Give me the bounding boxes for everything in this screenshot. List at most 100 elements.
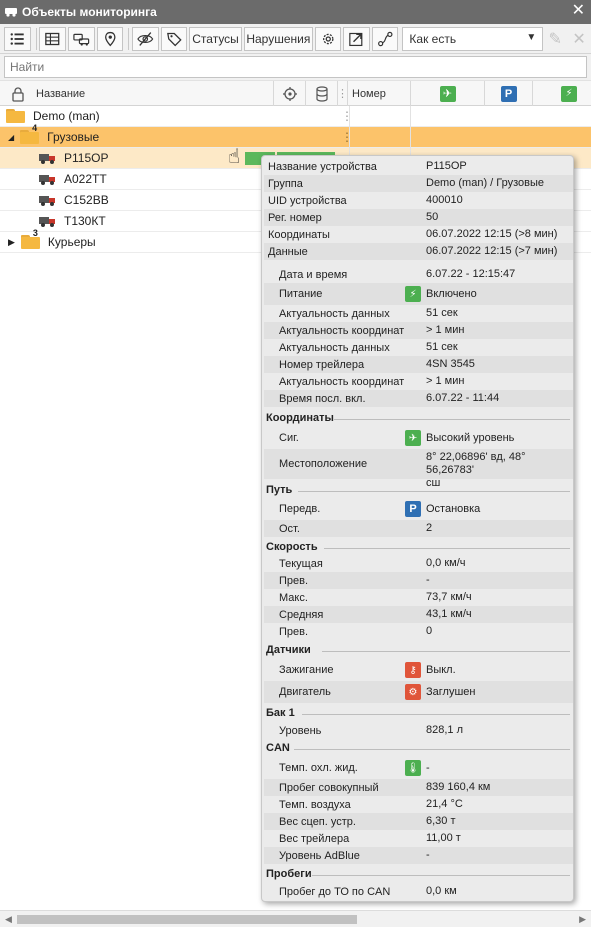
- location-column-header[interactable]: [274, 81, 306, 106]
- name-column-label: Название: [36, 87, 86, 100]
- column-resize-handle[interactable]: ⋮: [337, 81, 348, 106]
- tooltip-row: Передв. P Остановка: [279, 501, 481, 517]
- hand-cursor-icon: ☝: [228, 146, 241, 168]
- scrollbar-thumb[interactable]: [17, 915, 357, 924]
- tags-button[interactable]: [160, 26, 188, 51]
- tooltip-row: Темп. воздуха 21,4 °C: [279, 798, 463, 811]
- tooltip-row: Пробег совокупный 839 160,4 км: [264, 779, 573, 796]
- tooltip-row: Актуальность координат > 1 мин: [279, 375, 465, 388]
- section-title: Датчики: [266, 644, 311, 656]
- number-column-header[interactable]: Номер: [348, 81, 411, 106]
- vehicles-button[interactable]: [68, 26, 95, 51]
- close-icon[interactable]: ✕: [572, 3, 585, 19]
- section-title: Бак 1: [266, 707, 295, 719]
- tooltip-row: Вес трейлера 11,00 т: [279, 832, 461, 845]
- key-icon: ⚷: [405, 662, 421, 678]
- number-column-label: Номер: [352, 87, 386, 100]
- map-pin-icon: [104, 31, 116, 46]
- object-info-tooltip: Название устройства Р115ОР Группа Demo (ma…: [261, 155, 574, 902]
- tree-row-label: А022ТТ: [64, 172, 107, 186]
- tooltip-row: Актуальность координат > 1 мин: [264, 322, 573, 339]
- scroll-left-icon[interactable]: ◀: [5, 914, 12, 925]
- satellite-icon: ✈: [405, 430, 421, 446]
- edit-icon[interactable]: ✎: [543, 29, 567, 49]
- section-divider: [312, 875, 570, 876]
- tooltip-row: Ост. 2: [264, 520, 573, 537]
- folder-open-icon: [6, 109, 26, 123]
- visibility-button[interactable]: [132, 26, 159, 51]
- folder-open-icon: 4: [20, 123, 40, 144]
- route-button[interactable]: [371, 26, 399, 51]
- power-column-header[interactable]: ⚡: [533, 81, 591, 106]
- lock-icon: [12, 86, 24, 102]
- section-divider: [298, 491, 570, 492]
- name-column-header[interactable]: Название: [0, 81, 274, 106]
- violations-button[interactable]: Нарушения: [243, 26, 313, 51]
- truck-icon: [5, 8, 17, 17]
- toolbar-divider: [128, 27, 130, 50]
- tree-row-label: Грузовые: [47, 130, 100, 144]
- sort-dropdown[interactable]: Как есть ▼: [402, 26, 544, 51]
- tooltip-row: Уровень 828,1 л: [279, 724, 464, 737]
- tooltip-row: Вес сцеп. устр. 6,30 т: [264, 813, 573, 830]
- satellite-icon: ✈: [439, 85, 456, 102]
- row-handle[interactable]: ⋮: [341, 130, 353, 144]
- section-divider: [322, 651, 570, 652]
- tooltip-row: Зажигание ⚷ Выкл.: [279, 662, 456, 678]
- tooltip-row: Двигатель ⚙ Заглушен: [264, 681, 573, 703]
- scroll-right-icon[interactable]: ▶: [579, 914, 586, 925]
- sort-dropdown-value: Как есть: [409, 31, 457, 46]
- truck-icon: [38, 151, 56, 165]
- tooltip-row: Дата и время 6.07.22 - 12:15:47: [279, 268, 516, 281]
- truck-icon: [38, 193, 56, 207]
- tooltip-row: Текущая 0,0 км/ч: [279, 557, 466, 570]
- toolbar-divider: [35, 27, 37, 50]
- signal-column-header[interactable]: ✈: [411, 81, 485, 106]
- engine-icon: ⚙: [405, 684, 421, 700]
- parking-icon: P: [500, 85, 517, 102]
- settings-button[interactable]: [314, 26, 342, 51]
- section-title: CAN: [266, 742, 290, 754]
- tooltip-row: Рег. номер 50: [264, 209, 573, 226]
- tree-row-root[interactable]: Demo (man) ⋮: [0, 106, 591, 127]
- tooltip-row: Уровень AdBlue -: [264, 847, 573, 864]
- section-title: Скорость: [266, 541, 318, 553]
- window-title: Объекты мониторинга: [22, 5, 157, 19]
- row-handle[interactable]: ⋮: [341, 109, 353, 123]
- tooltip-row: Питание ⚡ Включено: [264, 283, 573, 305]
- tooltip-row: Время посл. вкл. 6.07.22 - 11:44: [264, 390, 573, 407]
- power-plug-icon: ⚡: [405, 286, 421, 302]
- delete-icon[interactable]: ✕: [567, 29, 591, 49]
- storage-column-header[interactable]: [306, 81, 338, 106]
- horizontal-scrollbar[interactable]: ◀ ▶: [0, 910, 591, 927]
- tree-row-label: Т130КТ: [64, 214, 106, 228]
- table-view-button[interactable]: [39, 26, 67, 51]
- gear-icon: [322, 33, 334, 44]
- geozones-button[interactable]: [96, 26, 124, 51]
- toolbar: Статусы Нарушения Как есть ▼ ✎ ✕: [0, 24, 591, 54]
- section-title: Пробеги: [266, 868, 312, 880]
- caret-down-icon: ▼: [526, 31, 537, 43]
- tooltip-row: Сиг. ✈ Высокий уровень: [279, 430, 515, 446]
- expand-arrow-icon[interactable]: ▶: [8, 237, 15, 248]
- tooltip-row: Координаты 06.07.2022 12:15 (>8 мин): [268, 228, 558, 241]
- expand-arrow-icon[interactable]: ◢: [8, 133, 14, 142]
- tree-row-group-trucks[interactable]: ◢ 4 Грузовые ⋮: [0, 123, 591, 148]
- tooltip-row: Группа Demo (man) / Грузовые: [264, 175, 573, 192]
- thermometer-icon: 🌡: [405, 760, 421, 776]
- statuses-button[interactable]: Статусы: [189, 26, 242, 51]
- truck-icon: [38, 214, 56, 228]
- tree-row-label: С152ВВ: [64, 193, 109, 207]
- external-link-icon: [349, 32, 363, 46]
- folder-icon: 3: [20, 228, 41, 249]
- route-icon: [377, 31, 393, 46]
- tooltip-row: Актуальность данных 51 сек: [279, 307, 458, 320]
- search-input[interactable]: [4, 56, 587, 78]
- parking-column-header[interactable]: P: [485, 81, 533, 106]
- section-divider: [294, 749, 570, 750]
- tooltip-row: Темп. охл. жид. 🌡 -: [279, 760, 430, 776]
- search-bar: [0, 54, 591, 80]
- list-view-button[interactable]: [4, 26, 31, 51]
- tooltip-row: Прев. -: [264, 572, 573, 589]
- export-button[interactable]: [343, 26, 370, 51]
